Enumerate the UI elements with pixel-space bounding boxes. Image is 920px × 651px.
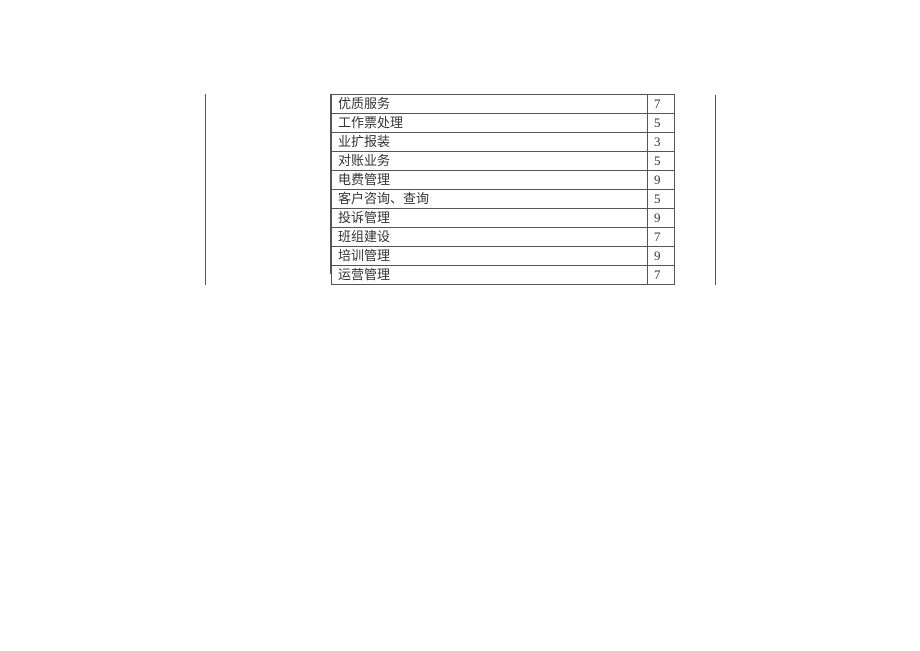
label-cell: 班组建设 <box>332 228 648 247</box>
value-cell: 7 <box>648 266 675 285</box>
label-cell: 工作票处理 <box>332 114 648 133</box>
label-cell: 培训管理 <box>332 247 648 266</box>
label-cell: 电费管理 <box>332 171 648 190</box>
value-cell: 7 <box>648 95 675 114</box>
table-row: 对账业务 5 <box>206 152 716 171</box>
blank-cell <box>206 152 332 171</box>
value-cell: 3 <box>648 133 675 152</box>
blank-cell <box>206 247 332 266</box>
table-row: 客户咨询、查询 5 <box>206 190 716 209</box>
data-table: 优质服务 7 工作票处理 5 业扩报装 3 对账业务 5 <box>205 94 716 285</box>
table-row: 投诉管理 9 <box>206 209 716 228</box>
blank-cell <box>206 171 332 190</box>
value-cell: 9 <box>648 171 675 190</box>
table-row: 业扩报装 3 <box>206 133 716 152</box>
label-cell: 优质服务 <box>332 95 648 114</box>
blank-cell <box>206 114 332 133</box>
blank-cell <box>675 171 716 190</box>
value-cell: 5 <box>648 152 675 171</box>
blank-cell <box>206 133 332 152</box>
blank-cell <box>675 266 716 285</box>
value-cell: 5 <box>648 114 675 133</box>
blank-cell <box>206 209 332 228</box>
value-cell: 7 <box>648 228 675 247</box>
blank-cell <box>675 114 716 133</box>
value-cell: 9 <box>648 247 675 266</box>
table-row: 培训管理 9 <box>206 247 716 266</box>
blank-cell <box>675 228 716 247</box>
table-container: 优质服务 7 工作票处理 5 业扩报装 3 对账业务 5 <box>205 94 715 285</box>
table-row: 优质服务 7 <box>206 95 716 114</box>
blank-cell <box>206 95 332 114</box>
label-cell: 对账业务 <box>332 152 648 171</box>
value-cell: 9 <box>648 209 675 228</box>
table-row: 电费管理 9 <box>206 171 716 190</box>
table-row: 工作票处理 5 <box>206 114 716 133</box>
table-row: 班组建设 7 <box>206 228 716 247</box>
blank-cell <box>675 190 716 209</box>
label-cell: 客户咨询、查询 <box>332 190 648 209</box>
table-row: 运营管理 7 <box>206 266 716 285</box>
blank-cell <box>675 247 716 266</box>
blank-cell <box>675 95 716 114</box>
blank-cell <box>206 266 332 285</box>
value-cell: 5 <box>648 190 675 209</box>
blank-cell <box>675 133 716 152</box>
label-cell: 运营管理 <box>332 266 648 285</box>
label-cell: 投诉管理 <box>332 209 648 228</box>
blank-cell <box>675 209 716 228</box>
blank-cell <box>206 228 332 247</box>
label-cell: 业扩报装 <box>332 133 648 152</box>
blank-cell <box>206 190 332 209</box>
blank-cell <box>675 152 716 171</box>
